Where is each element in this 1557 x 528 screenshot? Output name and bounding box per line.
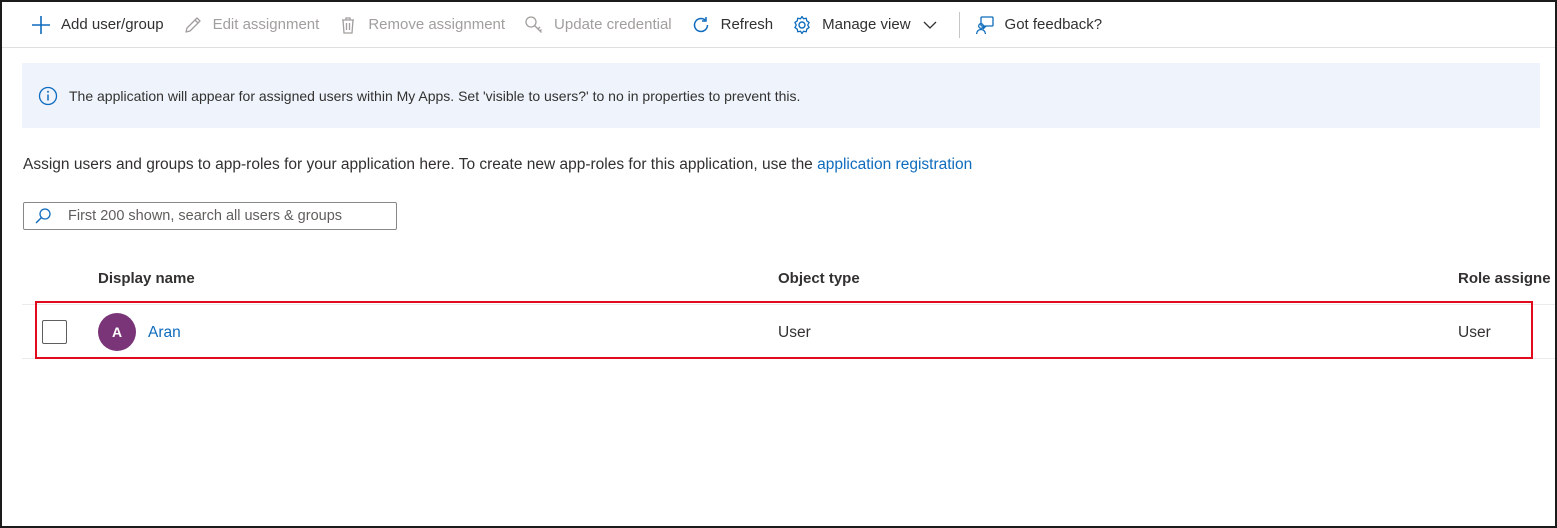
remove-assignment-button[interactable]: Remove assignment — [337, 2, 505, 47]
feedback-icon — [974, 14, 996, 36]
search-input[interactable] — [68, 208, 388, 224]
command-bar: Add user/group Edit assignment Remove as… — [2, 2, 1555, 48]
description-text: Assign users and groups to app-roles for… — [23, 156, 818, 173]
plus-icon — [30, 14, 52, 36]
key-search-icon — [523, 14, 545, 36]
info-banner: The application will appear for assigned… — [22, 63, 1540, 128]
refresh-icon — [690, 14, 712, 36]
gear-icon — [791, 14, 813, 36]
search-icon — [34, 207, 52, 225]
column-header-display-name[interactable]: Display name — [98, 270, 195, 287]
update-credential-label: Update credential — [554, 16, 672, 33]
chevron-down-icon — [923, 18, 937, 32]
update-credential-button[interactable]: Update credential — [523, 2, 672, 47]
search-box[interactable] — [23, 202, 397, 230]
feedback-button[interactable]: Got feedback? — [974, 2, 1103, 47]
column-header-role-assigned[interactable]: Role assigne — [1458, 270, 1551, 287]
add-user-group-button[interactable]: Add user/group — [30, 2, 164, 47]
toolbar-divider — [958, 11, 960, 38]
pencil-icon — [182, 14, 204, 36]
page-description: Assign users and groups to app-roles for… — [23, 156, 972, 174]
manage-view-label: Manage view — [822, 16, 911, 33]
remove-assignment-label: Remove assignment — [368, 16, 506, 33]
info-icon — [38, 86, 58, 106]
column-header-object-type[interactable]: Object type — [778, 270, 860, 287]
refresh-button[interactable]: Refresh — [690, 2, 774, 47]
row-highlight-box — [35, 301, 1533, 359]
edit-assignment-button[interactable]: Edit assignment — [182, 2, 320, 47]
feedback-label: Got feedback? — [1004, 16, 1103, 33]
application-registration-link[interactable]: application registration — [817, 156, 972, 173]
edit-assignment-label: Edit assignment — [212, 16, 320, 33]
manage-view-button[interactable]: Manage view — [791, 2, 937, 47]
info-banner-text: The application will appear for assigned… — [69, 87, 801, 104]
refresh-label: Refresh — [720, 16, 774, 33]
app-frame: Add user/group Edit assignment Remove as… — [0, 0, 1557, 528]
add-user-group-label: Add user/group — [61, 16, 164, 33]
trash-icon — [337, 14, 359, 36]
